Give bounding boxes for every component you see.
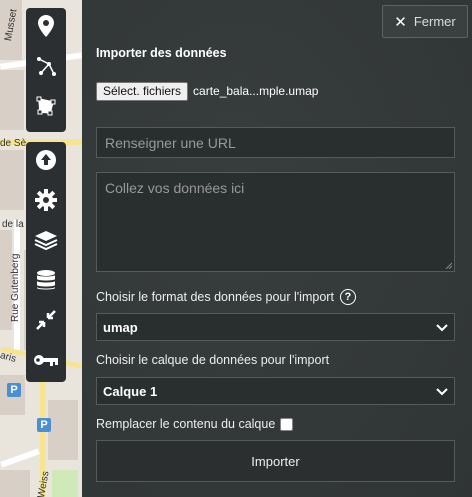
- permissions-button[interactable]: [26, 342, 66, 382]
- draw-toolbar: [26, 8, 66, 132]
- key-icon: [33, 352, 59, 373]
- format-label-row: Choisir le format des données pour l'imp…: [96, 289, 356, 305]
- street-label: Rue Gutenberg: [10, 253, 21, 322]
- import-data-button[interactable]: [26, 142, 66, 182]
- format-label: Choisir le format des données pour l'imp…: [96, 290, 334, 304]
- selected-file-name: carte_bala...mple.umap: [193, 84, 319, 98]
- layer-select-value: Calque 1: [103, 383, 158, 399]
- close-button[interactable]: ✕ Fermer: [382, 5, 468, 38]
- url-input[interactable]: Renseigner une URL: [96, 127, 455, 158]
- polyline-icon: [35, 55, 57, 82]
- replace-row: Remplacer le contenu du calque: [96, 417, 294, 431]
- settings-button[interactable]: [26, 182, 66, 222]
- draw-marker-button[interactable]: [26, 8, 66, 48]
- help-icon[interactable]: ?: [339, 289, 356, 305]
- parking-icon: P: [37, 418, 51, 432]
- street-label: de Sè: [0, 138, 27, 149]
- layers-icon: [34, 229, 58, 256]
- file-select-button[interactable]: Sélect. fichiers: [96, 81, 189, 101]
- import-button-label: Importer: [251, 453, 300, 469]
- close-button-label: Fermer: [413, 14, 456, 29]
- compress-icon: [35, 309, 57, 336]
- settings-toolbar: [26, 142, 66, 382]
- layers-button[interactable]: [26, 222, 66, 262]
- layer-label-row: Choisir le calque de données pour l'impo…: [96, 353, 329, 367]
- gear-icon: [35, 188, 57, 216]
- center-map-button[interactable]: [26, 302, 66, 342]
- url-placeholder: Renseigner une URL: [105, 135, 236, 151]
- upload-icon: [35, 149, 57, 176]
- parking-icon: P: [7, 383, 21, 397]
- data-layers-button[interactable]: [26, 262, 66, 302]
- draw-polygon-button[interactable]: [26, 88, 66, 128]
- database-icon: [36, 269, 56, 296]
- import-panel: ✕ Fermer Importer des données Sélect. fi…: [82, 0, 472, 497]
- format-select[interactable]: umap: [96, 313, 455, 341]
- marker-icon: [38, 14, 54, 42]
- resize-handle-icon[interactable]: [444, 261, 452, 269]
- street-label: Weiss: [36, 470, 52, 497]
- replace-checkbox[interactable]: [280, 417, 294, 431]
- draw-polyline-button[interactable]: [26, 48, 66, 88]
- paste-data-textarea[interactable]: Collez vos données ici: [96, 172, 455, 272]
- replace-label: Remplacer le contenu du calque: [96, 417, 276, 431]
- close-icon: ✕: [394, 13, 407, 31]
- paste-placeholder: Collez vos données ici: [105, 180, 245, 196]
- format-select-value: umap: [103, 319, 138, 335]
- panel-title: Importer des données: [96, 46, 227, 60]
- polygon-icon: [35, 95, 57, 122]
- street-label: de la: [2, 219, 24, 230]
- file-picker: Sélect. fichiers carte_bala...mple.umap: [96, 81, 318, 101]
- chevron-down-icon: [436, 384, 448, 399]
- layer-select[interactable]: Calque 1: [96, 377, 455, 405]
- import-button[interactable]: Importer: [96, 440, 455, 482]
- chevron-down-icon: [436, 320, 448, 335]
- layer-label: Choisir le calque de données pour l'impo…: [96, 353, 330, 367]
